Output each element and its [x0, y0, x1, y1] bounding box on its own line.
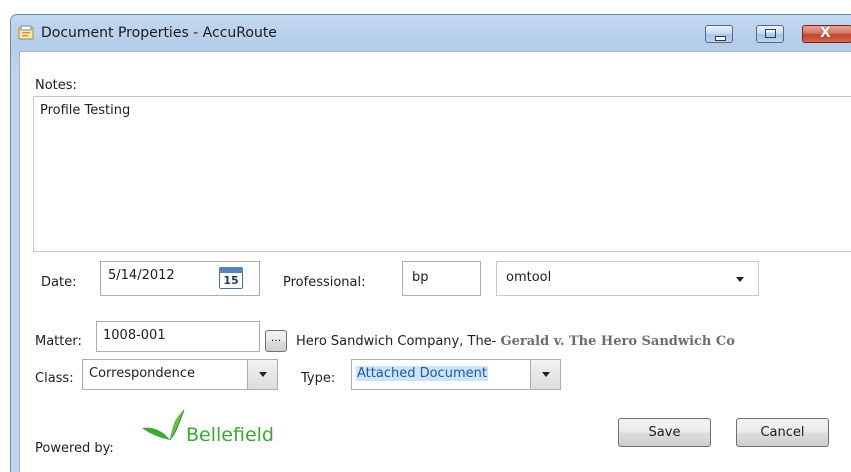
type-dropdown-button[interactable] — [530, 360, 560, 389]
matter-value: 1008-001 — [103, 328, 166, 343]
powered-by-label: Powered by: — [35, 441, 114, 456]
type-label: Type: — [301, 371, 336, 386]
calendar-icon[interactable]: 15 — [219, 267, 243, 289]
class-combo[interactable]: Correspondence — [82, 359, 278, 390]
class-value: Correspondence — [89, 366, 196, 381]
ellipsis-icon: ... — [270, 331, 282, 344]
professional-code-field[interactable]: bp — [402, 261, 481, 296]
class-label: Class: — [35, 371, 74, 386]
save-button[interactable]: Save — [618, 418, 711, 447]
chevron-down-icon — [736, 277, 744, 282]
chevron-down-icon — [259, 372, 267, 377]
professional-code-value: bp — [412, 270, 429, 285]
notes-label: Notes: — [35, 78, 77, 93]
type-combo[interactable]: Attached Document — [351, 359, 561, 390]
professional-name-combo[interactable]: omtool — [496, 261, 759, 296]
bellefield-wordmark: Bellefield — [186, 424, 274, 446]
professional-label: Professional: — [283, 275, 366, 290]
professional-name-value: omtool — [506, 270, 552, 285]
notes-text: Profile Testing — [40, 103, 131, 118]
type-value: Attached Document — [356, 366, 488, 381]
close-button[interactable]: X — [802, 25, 851, 43]
class-dropdown-button[interactable] — [247, 360, 277, 389]
maximize-icon — [765, 29, 776, 38]
date-value: 5/14/2012 — [108, 268, 175, 283]
matter-description: Hero Sandwich Company, The- Gerald v. Th… — [296, 334, 735, 349]
calendar-day: 15 — [223, 274, 239, 287]
title-bar[interactable]: Document Properties - AccuRoute X — [11, 15, 851, 51]
dialog-client-area: Notes: Profile Testing Date: 5/14/2012 1… — [19, 51, 851, 472]
matter-name: Gerald v. The Hero Sandwich Co — [500, 334, 735, 349]
app-doc-icon — [18, 25, 34, 40]
maximize-button[interactable] — [756, 25, 784, 43]
bellefield-logo: Bellefield — [140, 408, 290, 452]
matter-field[interactable]: 1008-001 — [96, 321, 260, 352]
cancel-button[interactable]: Cancel — [736, 418, 829, 447]
window-title: Document Properties - AccuRoute — [41, 25, 277, 41]
minimize-icon — [715, 36, 726, 41]
minimize-button[interactable] — [705, 25, 733, 43]
matter-client-name: Hero Sandwich Company, The- — [296, 334, 497, 349]
matter-label: Matter: — [35, 334, 82, 349]
date-label: Date: — [41, 275, 77, 290]
leaf-icon — [142, 409, 185, 441]
document-properties-window: Document Properties - AccuRoute X Notes:… — [10, 14, 851, 472]
chevron-down-icon — [542, 372, 550, 377]
notes-textarea[interactable]: Profile Testing — [33, 96, 851, 252]
matter-browse-button[interactable]: ... — [265, 330, 287, 352]
close-icon: X — [820, 25, 831, 41]
